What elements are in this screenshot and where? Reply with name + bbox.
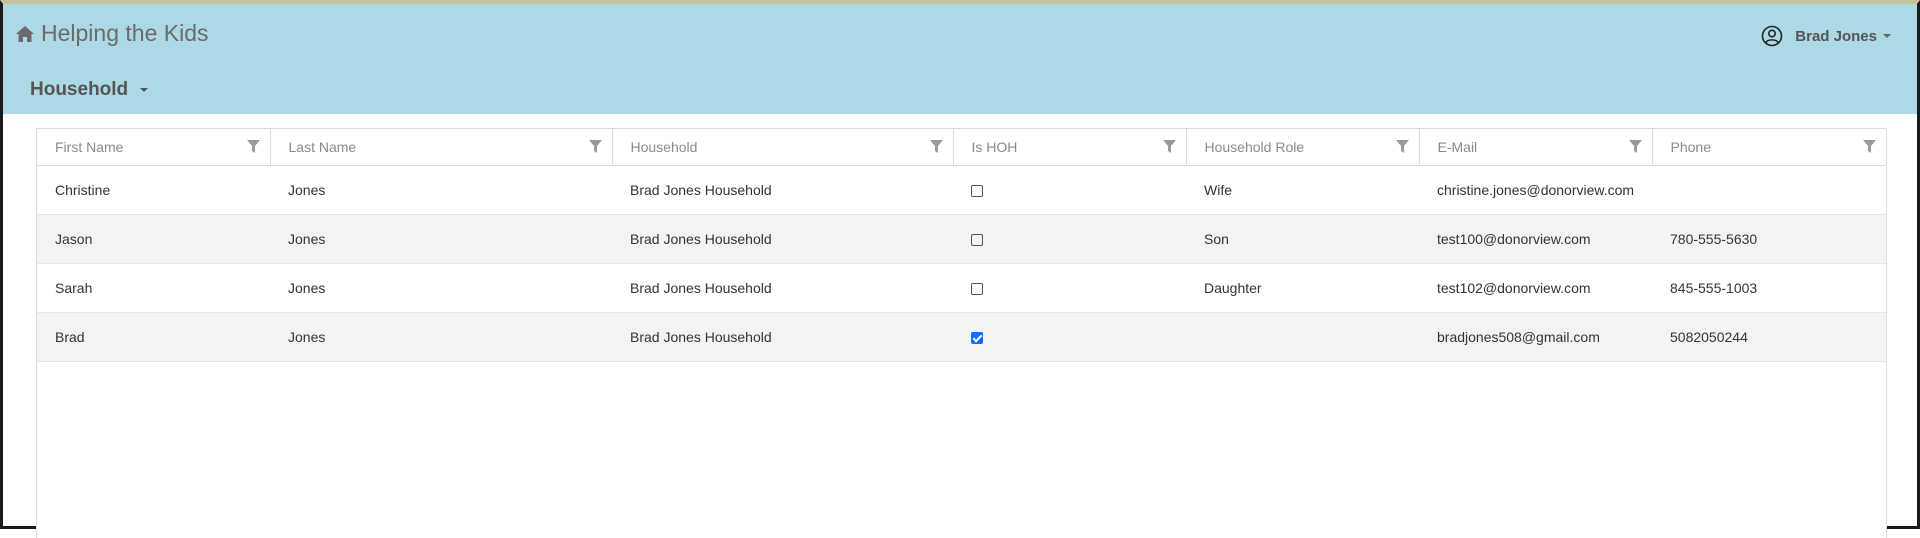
filter-icon[interactable] [588,140,602,153]
table-row[interactable]: Sarah Jones Brad Jones Household Daughter te… [37,263,1886,313]
table-row[interactable]: Jason Jones Brad Jones Household Son test100… [37,214,1886,264]
column-header-label: First Name [55,139,124,155]
cell-first-name: Sarah [37,263,270,313]
column-header[interactable]: E-Mail [1419,129,1653,166]
cell-email: test100@donorview.com [1419,214,1652,264]
user-circle-icon [1761,25,1783,47]
cell-last-name: Jones [270,312,612,362]
filter-icon[interactable] [1395,140,1409,153]
is-hoh-checkbox[interactable] [971,185,983,198]
cell-last-name: Jones [270,263,612,313]
filter-icon[interactable] [246,140,260,153]
filter-icon[interactable] [929,140,943,153]
is-hoh-checkbox[interactable] [971,234,983,247]
cell-phone: 5082050244 [1652,312,1886,362]
cell-email: test102@donorview.com [1419,263,1652,313]
household-grid: First Name Last Name Household Is HOH Househ… [36,128,1887,538]
column-header-label: Household [630,139,698,155]
column-header[interactable]: First Name [37,129,271,166]
filter-icon[interactable] [1162,140,1176,153]
column-header-label: E-Mail [1437,139,1478,155]
cell-household: Brad Jones Household [612,312,953,362]
is-hoh-checkbox[interactable] [971,283,983,296]
cell-email: christine.jones@donorview.com [1419,165,1652,215]
cell-household-role: Wife [1186,165,1419,215]
app-title: Helping the Kids [41,20,209,46]
household-table: First Name Last Name Household Is HOH Househ… [37,129,1886,362]
cell-last-name: Jones [270,214,612,264]
cell-household-role: Daughter [1186,263,1419,313]
cell-is-hoh [953,165,1186,215]
column-header[interactable]: Phone [1652,129,1886,166]
header-bar: Helping the Kids Brad Jones Household [3,4,1917,114]
filter-icon[interactable] [1628,140,1642,153]
cell-phone: 845-555-1003 [1652,263,1886,313]
app-frame: Helping the Kids Brad Jones Household Fi… [0,0,1920,538]
home-icon [16,25,34,42]
section-label: Household [30,79,129,100]
cell-is-hoh [953,312,1186,362]
table-header-row: First Name Last Name Household Is HOH Househ… [37,129,1886,166]
table-row[interactable]: Brad Jones Brad Jones Household bradjones50… [37,312,1886,362]
user-menu[interactable]: Brad Jones [1761,25,1891,47]
column-header[interactable]: Last Name [270,129,613,166]
cell-first-name: Jason [37,214,270,264]
cell-household: Brad Jones Household [612,165,953,215]
cell-phone: 780-555-5630 [1652,214,1886,264]
user-name: Brad Jones [1795,27,1877,45]
app-brand[interactable]: Helping the Kids [15,20,209,47]
section-dropdown[interactable]: Household [30,79,149,101]
cell-household: Brad Jones Household [612,263,953,313]
cell-household: Brad Jones Household [612,214,953,264]
cell-first-name: Brad [37,312,270,362]
table-body: Christine Jones Brad Jones Household Wife ch… [37,165,1886,362]
column-header[interactable]: Household [612,129,954,166]
column-header-label: Is HOH [971,139,1018,155]
column-header-label: Last Name [288,139,357,155]
cell-last-name: Jones [270,165,612,215]
is-hoh-checkbox[interactable] [971,332,983,345]
column-header-label: Household Role [1204,139,1305,155]
cell-email: bradjones508@gmail.com [1419,312,1652,362]
cell-phone [1652,165,1886,215]
cell-household-role [1186,312,1419,362]
column-header[interactable]: Household Role [1186,129,1420,166]
column-header-label: Phone [1670,139,1711,155]
chevron-down-icon [140,88,149,92]
filter-icon[interactable] [1863,140,1876,153]
column-header[interactable]: Is HOH [953,129,1187,166]
cell-is-hoh [953,214,1186,264]
table-row[interactable]: Christine Jones Brad Jones Household Wife ch… [37,165,1886,215]
chevron-down-icon [1883,34,1891,38]
cell-is-hoh [953,263,1186,313]
cell-first-name: Christine [37,165,270,215]
cell-household-role: Son [1186,214,1419,264]
